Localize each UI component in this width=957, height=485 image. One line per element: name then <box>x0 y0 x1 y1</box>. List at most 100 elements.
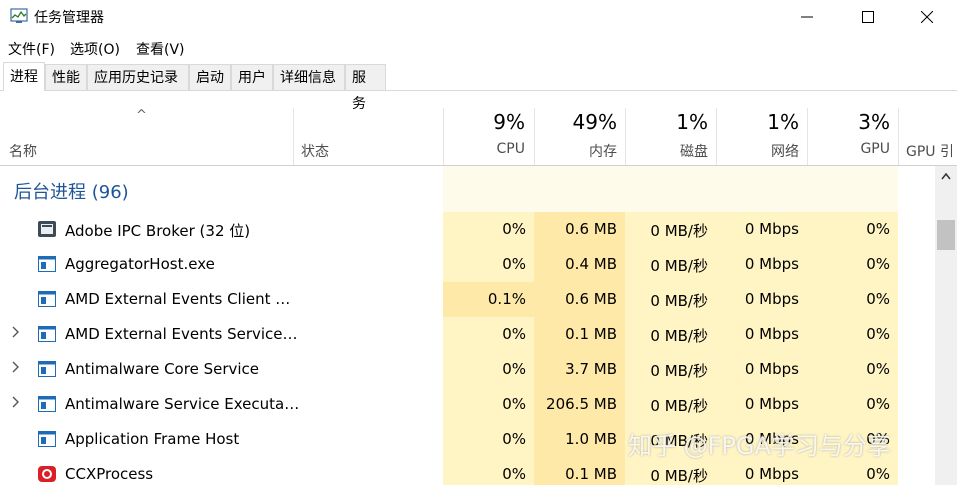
menu-file[interactable]: 文件(F) <box>8 39 55 59</box>
tab-bar: 进程 性能 应用历史记录 启动 用户 详细信息 服务 <box>0 62 957 112</box>
cpu-total: 9% <box>493 110 525 134</box>
disk-cell: 0 MB/秒 <box>650 467 708 485</box>
process-name: AMD External Events Client … <box>65 290 291 308</box>
disk-cell: 0 MB/秒 <box>650 397 708 415</box>
column-header: ^ 名称 状态 9% CPU 49% 内存 1% 磁盘 1% 网络 3% GPU… <box>0 108 957 166</box>
col-status[interactable]: 状态 <box>301 141 329 161</box>
app-window-icon <box>38 431 56 447</box>
tab-performance[interactable]: 性能 <box>45 64 87 90</box>
col-divider[interactable] <box>293 108 294 165</box>
expand-chevron-icon[interactable] <box>12 361 20 377</box>
mem-cell: 0.1 MB <box>565 465 617 483</box>
menu-bar: 文件(F) 选项(O) 查看(V) <box>0 35 957 59</box>
cpu-cell: 0% <box>502 360 526 378</box>
process-name: Antimalware Service Executa… <box>65 395 300 413</box>
close-button[interactable] <box>897 0 957 33</box>
close-icon <box>921 10 933 23</box>
disk-total: 1% <box>676 110 708 134</box>
vertical-scrollbar[interactable] <box>935 166 957 485</box>
col-gpu-engine[interactable]: GPU 引 <box>906 141 954 161</box>
group-title[interactable]: 后台进程 (96) <box>14 178 129 204</box>
mem-cell: 0.4 MB <box>565 255 617 273</box>
gpu-cell: 0% <box>866 465 890 483</box>
scroll-up-icon[interactable] <box>941 172 951 180</box>
mem-cell: 1.0 MB <box>565 430 617 448</box>
tab-processes[interactable]: 进程 <box>3 62 45 91</box>
process-name: Antimalware Core Service <box>65 360 260 378</box>
col-network[interactable]: 网络 <box>771 141 799 161</box>
maximize-button[interactable] <box>838 0 898 33</box>
col-name[interactable]: 名称 <box>9 141 37 161</box>
col-divider[interactable] <box>807 108 808 165</box>
process-name: AggregatorHost.exe <box>65 255 215 273</box>
cpu-cell: 0% <box>502 255 526 273</box>
network-total: 1% <box>767 110 799 134</box>
disk-cell: 0 MB/秒 <box>650 257 708 275</box>
tab-startup[interactable]: 启动 <box>189 64 231 90</box>
col-divider[interactable] <box>443 108 444 165</box>
col-divider[interactable] <box>625 108 626 165</box>
col-disk[interactable]: 磁盘 <box>680 141 708 161</box>
menu-options[interactable]: 选项(O) <box>70 39 120 59</box>
table-row[interactable]: Antimalware Service Executa… 0% 206.5 MB 0 … <box>0 387 935 422</box>
col-cpu[interactable]: CPU <box>497 141 525 157</box>
app-window-icon <box>38 361 56 377</box>
cpu-cell: 0% <box>502 325 526 343</box>
table-row[interactable]: Adobe IPC Broker (32 位) 0% 0.6 MB 0 MB/秒 0 M… <box>0 212 935 247</box>
col-divider[interactable] <box>534 108 535 165</box>
table-row[interactable]: AMD External Events Client … 0.1% 0.6 MB 0 … <box>0 282 935 317</box>
tab-app-history[interactable]: 应用历史记录 <box>87 64 189 90</box>
disk-cell: 0 MB/秒 <box>650 362 708 380</box>
expand-chevron-icon[interactable] <box>12 326 20 342</box>
menu-view[interactable]: 查看(V) <box>136 39 185 59</box>
minimize-icon <box>801 16 813 17</box>
watermark: 知乎 @FPGA学习与分享 <box>628 432 891 460</box>
app-window-icon <box>38 291 56 307</box>
mem-cell: 206.5 MB <box>546 395 617 413</box>
net-cell: 0 Mbps <box>744 325 799 343</box>
disk-cell: 0 MB/秒 <box>650 327 708 345</box>
cpu-cell: 0% <box>502 220 526 238</box>
cpu-cell: 0% <box>502 430 526 448</box>
col-gpu[interactable]: GPU <box>860 141 890 157</box>
expand-chevron-icon[interactable] <box>12 396 20 412</box>
col-divider[interactable] <box>898 108 899 165</box>
gpu-cell: 0% <box>866 360 890 378</box>
col-divider[interactable] <box>716 108 717 165</box>
net-cell: 0 Mbps <box>744 395 799 413</box>
tab-services[interactable]: 服务 <box>345 64 386 112</box>
table-row[interactable]: Antimalware Core Service 0% 3.7 MB 0 MB/秒 0 … <box>0 352 935 387</box>
group-header-bg <box>443 166 898 212</box>
sort-up-icon[interactable]: ^ <box>136 108 147 123</box>
app-window-icon <box>38 396 56 412</box>
maximize-icon <box>862 10 874 23</box>
process-name: AMD External Events Service… <box>65 325 298 343</box>
mem-cell: 3.7 MB <box>565 360 617 378</box>
net-cell: 0 Mbps <box>744 255 799 273</box>
process-name: Adobe IPC Broker (32 位) <box>65 222 251 240</box>
net-cell: 0 Mbps <box>744 290 799 308</box>
process-name: CCXProcess <box>65 465 154 483</box>
disk-cell: 0 MB/秒 <box>650 222 708 240</box>
scrollbar-thumb[interactable] <box>937 220 955 250</box>
minimize-button[interactable] <box>777 0 837 33</box>
gpu-cell: 0% <box>866 395 890 413</box>
mem-cell: 0.6 MB <box>565 290 617 308</box>
table-row[interactable]: AMD External Events Service… 0% 0.1 MB 0 MB… <box>0 317 935 352</box>
table-row[interactable]: CCXProcess 0% 0.1 MB 0 MB/秒 0 Mbps 0% <box>0 457 935 485</box>
mem-cell: 0.6 MB <box>565 220 617 238</box>
gpu-total: 3% <box>858 110 890 134</box>
task-manager-icon <box>10 8 28 23</box>
creative-cloud-icon <box>38 466 56 482</box>
tab-details[interactable]: 详细信息 <box>273 64 345 90</box>
table-row[interactable]: AggregatorHost.exe 0% 0.4 MB 0 MB/秒 0 Mbps 0% <box>0 247 935 282</box>
gpu-cell: 0% <box>866 290 890 308</box>
tab-users[interactable]: 用户 <box>231 64 273 90</box>
process-name: Application Frame Host <box>65 430 240 448</box>
col-memory[interactable]: 内存 <box>589 141 617 161</box>
window-title: 任务管理器 <box>34 10 104 26</box>
net-cell: 0 Mbps <box>744 360 799 378</box>
disk-cell: 0 MB/秒 <box>650 292 708 310</box>
app-window-icon <box>38 326 56 342</box>
mem-cell: 0.1 MB <box>565 325 617 343</box>
